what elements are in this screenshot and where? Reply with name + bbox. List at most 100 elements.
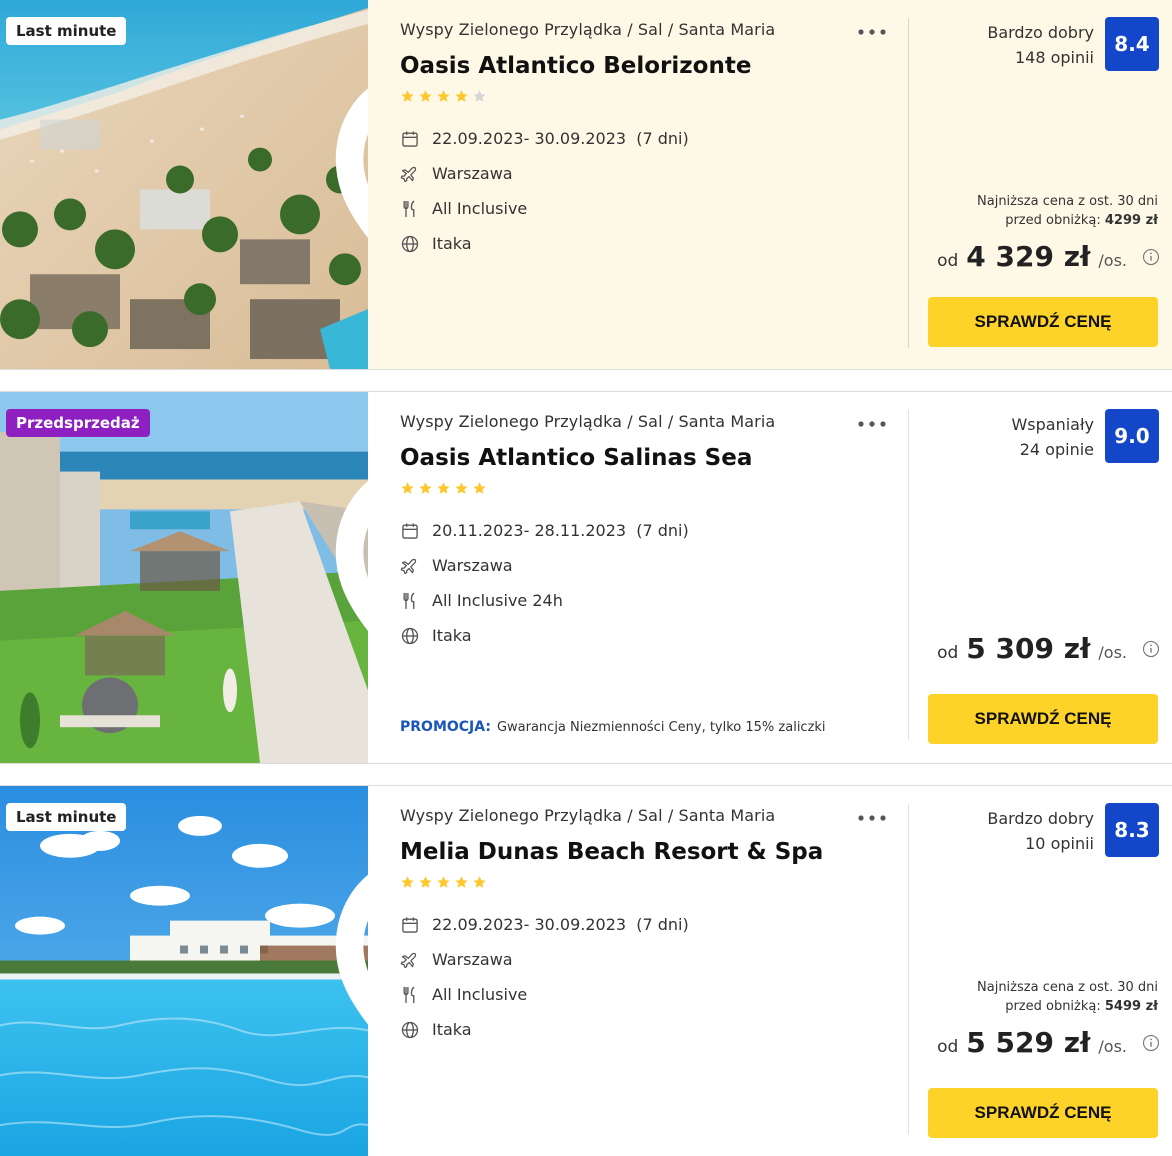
last-minute-badge: Last minute [6,803,127,831]
star-icon [400,89,415,104]
score-badge: 8.3 [1105,803,1159,857]
operator-text: Itaka [432,234,472,253]
star-icon [436,89,451,104]
price-block: od 5 529 zł /os. [937,1026,1127,1059]
price-from: od [937,1037,959,1057]
offer-info: Wyspy Zielonego Przylądka / Sal / Santa … [400,20,890,261]
reviews-count[interactable]: 24 opinie [1011,437,1094,462]
offer-info: Wyspy Zielonego Przylądka / Sal / Santa … [400,412,890,653]
star-icon [436,481,451,496]
rating-label: Bardzo dobry [987,809,1094,828]
heart-icon[interactable] [312,800,368,1156]
hotel-photo[interactable]: Last minute [0,786,368,1156]
price-from: od [937,251,959,271]
offer-details: 22.09.2023- 30.09.2023 (7 dni) Warszawa … [400,907,890,1047]
reviews-count[interactable]: 148 opinii [987,45,1094,70]
board-row: All Inclusive [400,977,890,1012]
departure-row: Warszawa [400,548,890,583]
duration-text: (7 dni) [636,521,689,540]
location-breadcrumb[interactable]: Wyspy Zielonego Przylądka / Sal / Santa … [400,20,890,39]
promo-label: PROMOCJA: [400,719,491,735]
star-empty-icon [472,89,487,104]
lowest-price-text: Najniższa cena z ost. 30 dni [977,194,1158,209]
offer-card[interactable]: Last minute Wyspy Zielonego Przylądka / … [0,785,1172,1156]
star-icon [400,875,415,890]
price-value: 5 529 zł [966,1026,1091,1059]
operator-text: Itaka [432,1020,472,1039]
dates-row: 22.09.2023- 30.09.2023 (7 dni) [400,907,890,942]
divider [908,804,909,1134]
offer-card[interactable]: Przedsprzedaż Wyspy Zielonego Przylądka … [0,391,1172,764]
last-minute-badge: Last minute [6,17,127,45]
per-person: /os. [1098,1037,1127,1056]
cutlery-icon [400,985,420,1005]
price-block: od 4 329 zł /os. [937,240,1127,273]
dates-text: 22.09.2023- 30.09.2023 [432,915,627,934]
dates-row: 22.09.2023- 30.09.2023 (7 dni) [400,121,890,156]
location-breadcrumb[interactable]: Wyspy Zielonego Przylądka / Sal / Santa … [400,806,890,825]
rating-label: Wspaniały [1011,415,1094,434]
check-price-button[interactable]: SPRAWDŹ CENĘ [928,694,1158,744]
hotel-name[interactable]: Oasis Atlantico Belorizonte [400,53,890,79]
operator-row: Itaka [400,618,890,653]
price-block: od 5 309 zł /os. [937,632,1127,665]
departure-text: Warszawa [432,556,513,575]
globe-icon [400,234,420,254]
star-rating [400,481,890,497]
offer-card[interactable]: Last minute Wyspy Zielonego Przylądka / … [0,0,1172,370]
lowest-price-note: Najniższa cena z ost. 30 dni przed obniż… [977,192,1158,230]
hotel-photo[interactable]: Przedsprzedaż [0,392,368,763]
score-badge: 8.4 [1105,17,1159,71]
offer-details: 22.09.2023- 30.09.2023 (7 dni) Warszawa … [400,121,890,261]
lowest-price-value: 4299 zł [1104,213,1158,228]
duration-text: (7 dni) [636,915,689,934]
heart-icon[interactable] [312,406,368,763]
price-from: od [937,643,959,663]
check-price-button[interactable]: SPRAWDŹ CENĘ [928,1088,1158,1138]
info-icon[interactable] [1142,1034,1160,1052]
star-rating [400,875,890,891]
calendar-icon [400,521,420,541]
reviews-count[interactable]: 10 opinii [987,831,1094,856]
hotel-name[interactable]: Oasis Atlantico Salinas Sea [400,445,890,471]
plane-icon [400,164,420,184]
hotel-name[interactable]: Melia Dunas Beach Resort & Spa [400,839,890,865]
info-icon[interactable] [1142,248,1160,266]
more-dots-icon[interactable] [855,412,889,436]
rating-summary: Bardzo dobry 10 opinii [987,806,1094,856]
offer-list: Last minute Wyspy Zielonego Przylądka / … [0,0,1172,1156]
hotel-photo[interactable]: Last minute [0,0,368,369]
offer-info: Wyspy Zielonego Przylądka / Sal / Santa … [400,806,890,1047]
divider [908,18,909,348]
cutlery-icon [400,591,420,611]
star-icon [418,89,433,104]
location-breadcrumb[interactable]: Wyspy Zielonego Przylądka / Sal / Santa … [400,412,890,431]
info-icon[interactable] [1142,640,1160,658]
board-row: All Inclusive 24h [400,583,890,618]
board-text: All Inclusive 24h [432,591,563,610]
plane-icon [400,950,420,970]
more-dots-icon[interactable] [855,20,889,44]
duration-text: (7 dni) [636,129,689,148]
per-person: /os. [1098,251,1127,270]
globe-icon [400,626,420,646]
globe-icon [400,1020,420,1040]
plane-icon [400,556,420,576]
divider [908,410,909,740]
heart-icon[interactable] [312,14,368,369]
lowest-price-value: 5499 zł [1104,999,1158,1014]
calendar-icon [400,915,420,935]
star-icon [472,481,487,496]
cutlery-icon [400,199,420,219]
promo-note: PROMOCJA: Gwarancja Niezmienności Ceny, t… [400,719,826,735]
calendar-icon [400,129,420,149]
dates-text: 20.11.2023- 28.11.2023 [432,521,627,540]
score-badge: 9.0 [1105,409,1159,463]
dates-text: 22.09.2023- 30.09.2023 [432,129,627,148]
check-price-button[interactable]: SPRAWDŹ CENĘ [928,297,1158,347]
star-rating [400,89,890,105]
star-icon [454,875,469,890]
lowest-price-prefix: przed obniżką: [1005,213,1101,228]
star-icon [418,481,433,496]
more-dots-icon[interactable] [855,806,889,830]
